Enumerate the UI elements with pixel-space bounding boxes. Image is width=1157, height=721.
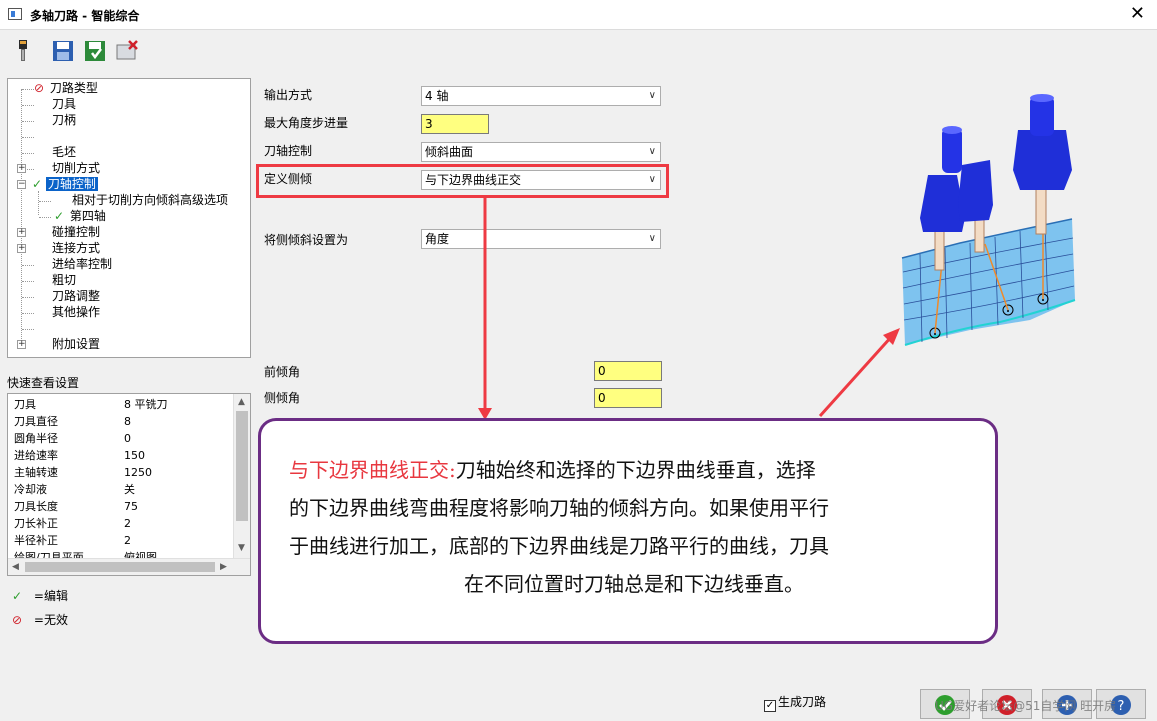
explanation-callout: 与下边界曲线正交:刀轴始终和选择的下边界曲线垂直，选择 的下边界曲线弯曲程度将影… (258, 418, 998, 644)
callout-highlight: 与下边界曲线正交: (289, 458, 456, 482)
tool-3 (1013, 94, 1072, 235)
callout-text: 与下边界曲线正交:刀轴始终和选择的下边界曲线垂直，选择 的下边界曲线弯曲程度将影… (289, 458, 829, 596)
svg-text:?: ? (1118, 699, 1125, 714)
checkbox-icon[interactable]: ✓ (764, 700, 776, 712)
generate-toolpath-checkbox[interactable]: ✓ 生成刀路 (764, 693, 826, 712)
watermark: UG爱好者论坛@51自学网 旺开房 (935, 699, 1117, 713)
